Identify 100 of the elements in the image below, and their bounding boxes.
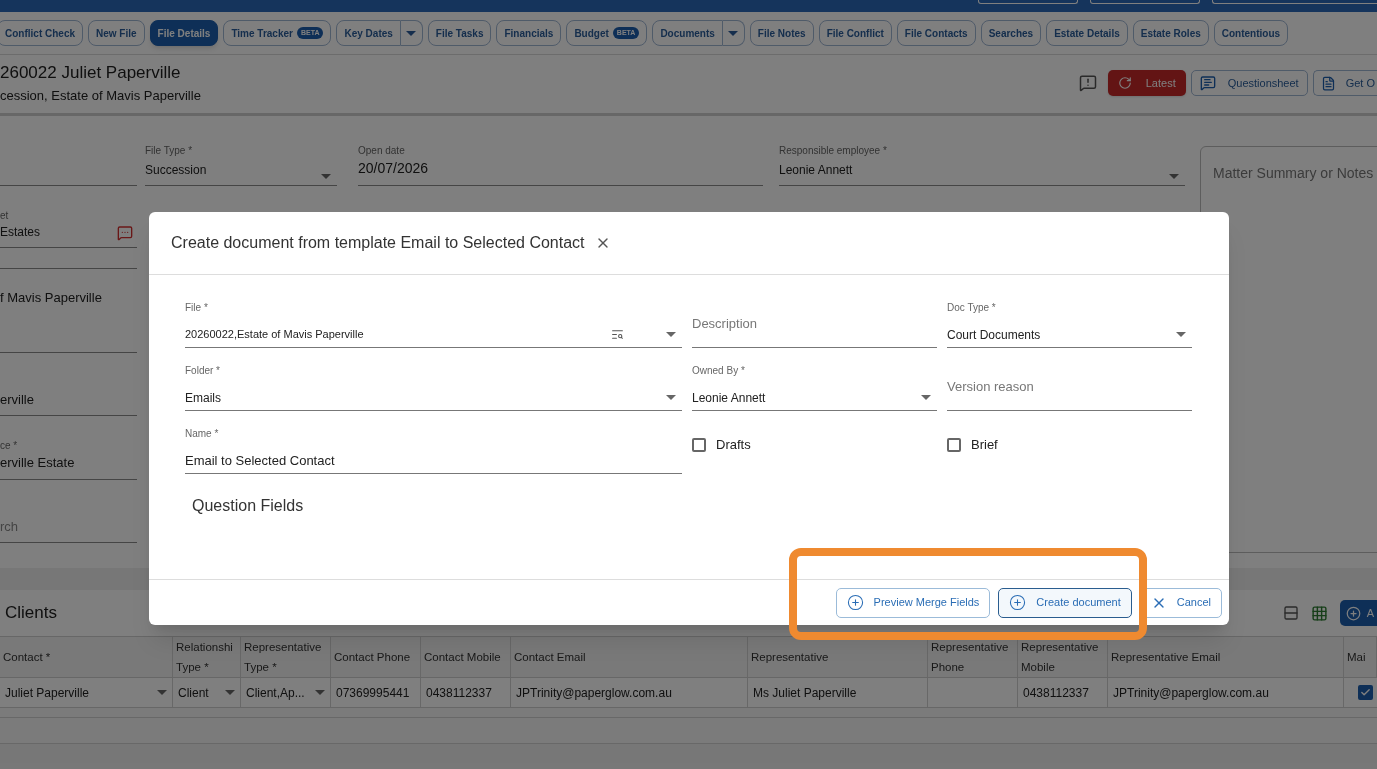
caret-icon	[157, 690, 167, 695]
section-heading: Question Fields	[192, 496, 305, 516]
chat-icon	[117, 225, 133, 241]
caret-icon	[315, 690, 325, 695]
column-header: Mai	[1347, 650, 1366, 665]
tab-menu-button[interactable]	[722, 20, 745, 46]
table-select-cell[interactable]: Juliet Paperville	[0, 678, 173, 707]
field-label: Doc Type *	[947, 301, 997, 315]
select-field[interactable]: Leonie Annett	[692, 385, 937, 411]
get-button[interactable]: Get O	[1312, 70, 1377, 96]
rows-icon[interactable]	[1282, 605, 1299, 621]
checkbox-label: Brief	[971, 438, 998, 452]
select-field[interactable]: Court Documents	[947, 322, 1192, 348]
input-field[interactable]: Estates	[0, 223, 137, 248]
column-header: Representative Phone	[931, 640, 1010, 675]
tab[interactable]: Searches	[980, 20, 1042, 46]
caret-icon	[321, 174, 331, 179]
caret-icon	[666, 332, 676, 337]
field-label: Owned By *	[692, 364, 746, 378]
checkbox[interactable]	[947, 438, 961, 452]
tab[interactable]: File Tasks	[427, 20, 492, 46]
caret-icon	[406, 30, 417, 36]
table-cell-text: 07369995441	[336, 684, 410, 702]
column-header: Relationshi Type *	[176, 640, 234, 675]
field-label: File Type *	[145, 144, 194, 158]
tab-menu-button[interactable]	[400, 20, 423, 46]
tab[interactable]: Documents	[652, 20, 723, 46]
text-field[interactable]: Version reason	[947, 363, 1192, 411]
table-cell-text: Ms Juliet Paperville	[753, 684, 857, 702]
caret-icon	[728, 30, 739, 36]
tab[interactable]: Financials	[496, 20, 562, 46]
action-button[interactable]: Preview Merge Fields	[835, 587, 991, 618]
text-field[interactable]: Description	[692, 300, 937, 348]
questionsheet-button[interactable]: Questionsheet	[1190, 70, 1308, 96]
column-header: Representative Mobile	[1021, 640, 1100, 675]
check-icon	[1360, 687, 1371, 698]
field-label: Responsible employee *	[779, 144, 888, 158]
refresh-icon	[1117, 76, 1132, 90]
field-label: Open date	[358, 144, 406, 158]
tab[interactable]: File Contacts	[896, 20, 976, 46]
tab[interactable]: File Notes	[749, 20, 814, 46]
checkbox-label: Drafts	[716, 438, 751, 452]
caret-icon	[1169, 174, 1179, 179]
tab[interactable]: Contentious	[1213, 20, 1289, 46]
header-field[interactable]	[1212, 0, 1377, 4]
input-field[interactable]: rch	[0, 509, 137, 543]
column-header: Contact Mobile	[424, 650, 501, 665]
document-icon	[1320, 75, 1336, 91]
field-label: Folder *	[185, 364, 221, 378]
field-label: ce *	[0, 439, 19, 453]
table-select-cell[interactable]: Client	[173, 678, 241, 707]
input-field[interactable]: Leonie Annett	[779, 161, 1185, 186]
column-header: Contact Email	[514, 650, 586, 665]
select-field[interactable]: Emails	[185, 385, 682, 411]
caret-icon	[921, 395, 931, 400]
chat-icon	[1199, 75, 1216, 91]
input-field[interactable]: erville Estate	[0, 453, 137, 480]
add-button[interactable]: A	[1339, 600, 1377, 626]
caret-icon	[1176, 332, 1186, 337]
action-button[interactable]: Create document	[998, 587, 1132, 618]
field-label: et	[0, 209, 10, 223]
tab[interactable]: Estate Roles	[1132, 20, 1209, 46]
column-header: Representative	[751, 650, 829, 665]
latest-button[interactable]: Latest	[1107, 70, 1186, 96]
plus-circle-icon	[1345, 605, 1361, 621]
input-field[interactable]: f Mavis Paperville	[0, 268, 137, 353]
input-field[interactable]: erville	[0, 383, 137, 416]
tab[interactable]: File Details	[149, 20, 219, 46]
caret-icon	[225, 690, 235, 695]
alert-icon[interactable]	[1078, 74, 1097, 92]
table-select-cell[interactable]: Client,Ap...	[241, 678, 331, 707]
file-subtitle: cession, Estate of Mavis Paperville	[0, 87, 201, 105]
grid-icon[interactable]	[1310, 604, 1328, 622]
table-cell-text: 0438112337	[426, 684, 492, 702]
column-header: Contact *	[3, 650, 51, 665]
tab[interactable]: Key Dates	[336, 20, 401, 46]
field-label: Name *	[185, 427, 220, 441]
header-field[interactable]	[1090, 0, 1200, 4]
file-title: 260022 Juliet Paperville	[0, 63, 182, 83]
table-cell-text: JPTrinity@paperglow.com.au	[516, 684, 672, 702]
caret-icon	[666, 395, 676, 400]
checkbox[interactable]	[692, 438, 706, 452]
section-title: Clients	[4, 602, 57, 625]
checkbox[interactable]	[1358, 685, 1373, 700]
tab[interactable]: Conflict Check	[0, 20, 83, 46]
dialog-title: Create document from template Email to Selected Contact	[171, 233, 585, 253]
input-field[interactable]: 20/07/2026	[358, 158, 763, 186]
tab[interactable]: Estate Details	[1046, 20, 1128, 46]
text-field[interactable]: Email to Selected Contact	[185, 448, 682, 474]
header-field[interactable]	[978, 0, 1078, 4]
lookup-field[interactable]: 20260022,Estate of Mavis Paperville	[185, 322, 682, 348]
table-cell-text: JPTrinity@paperglow.com.au	[1113, 684, 1269, 702]
input-field[interactable]: Succession	[145, 161, 337, 186]
column-header: Representative Email	[1111, 650, 1221, 665]
plus-circle-icon	[846, 594, 864, 611]
tab[interactable]: New File	[88, 20, 145, 46]
table-cell-text: 0438112337	[1023, 684, 1089, 702]
tab[interactable]: File Conflict	[818, 20, 892, 46]
search-list-icon	[611, 328, 624, 341]
column-header: Representative Type *	[244, 640, 323, 675]
